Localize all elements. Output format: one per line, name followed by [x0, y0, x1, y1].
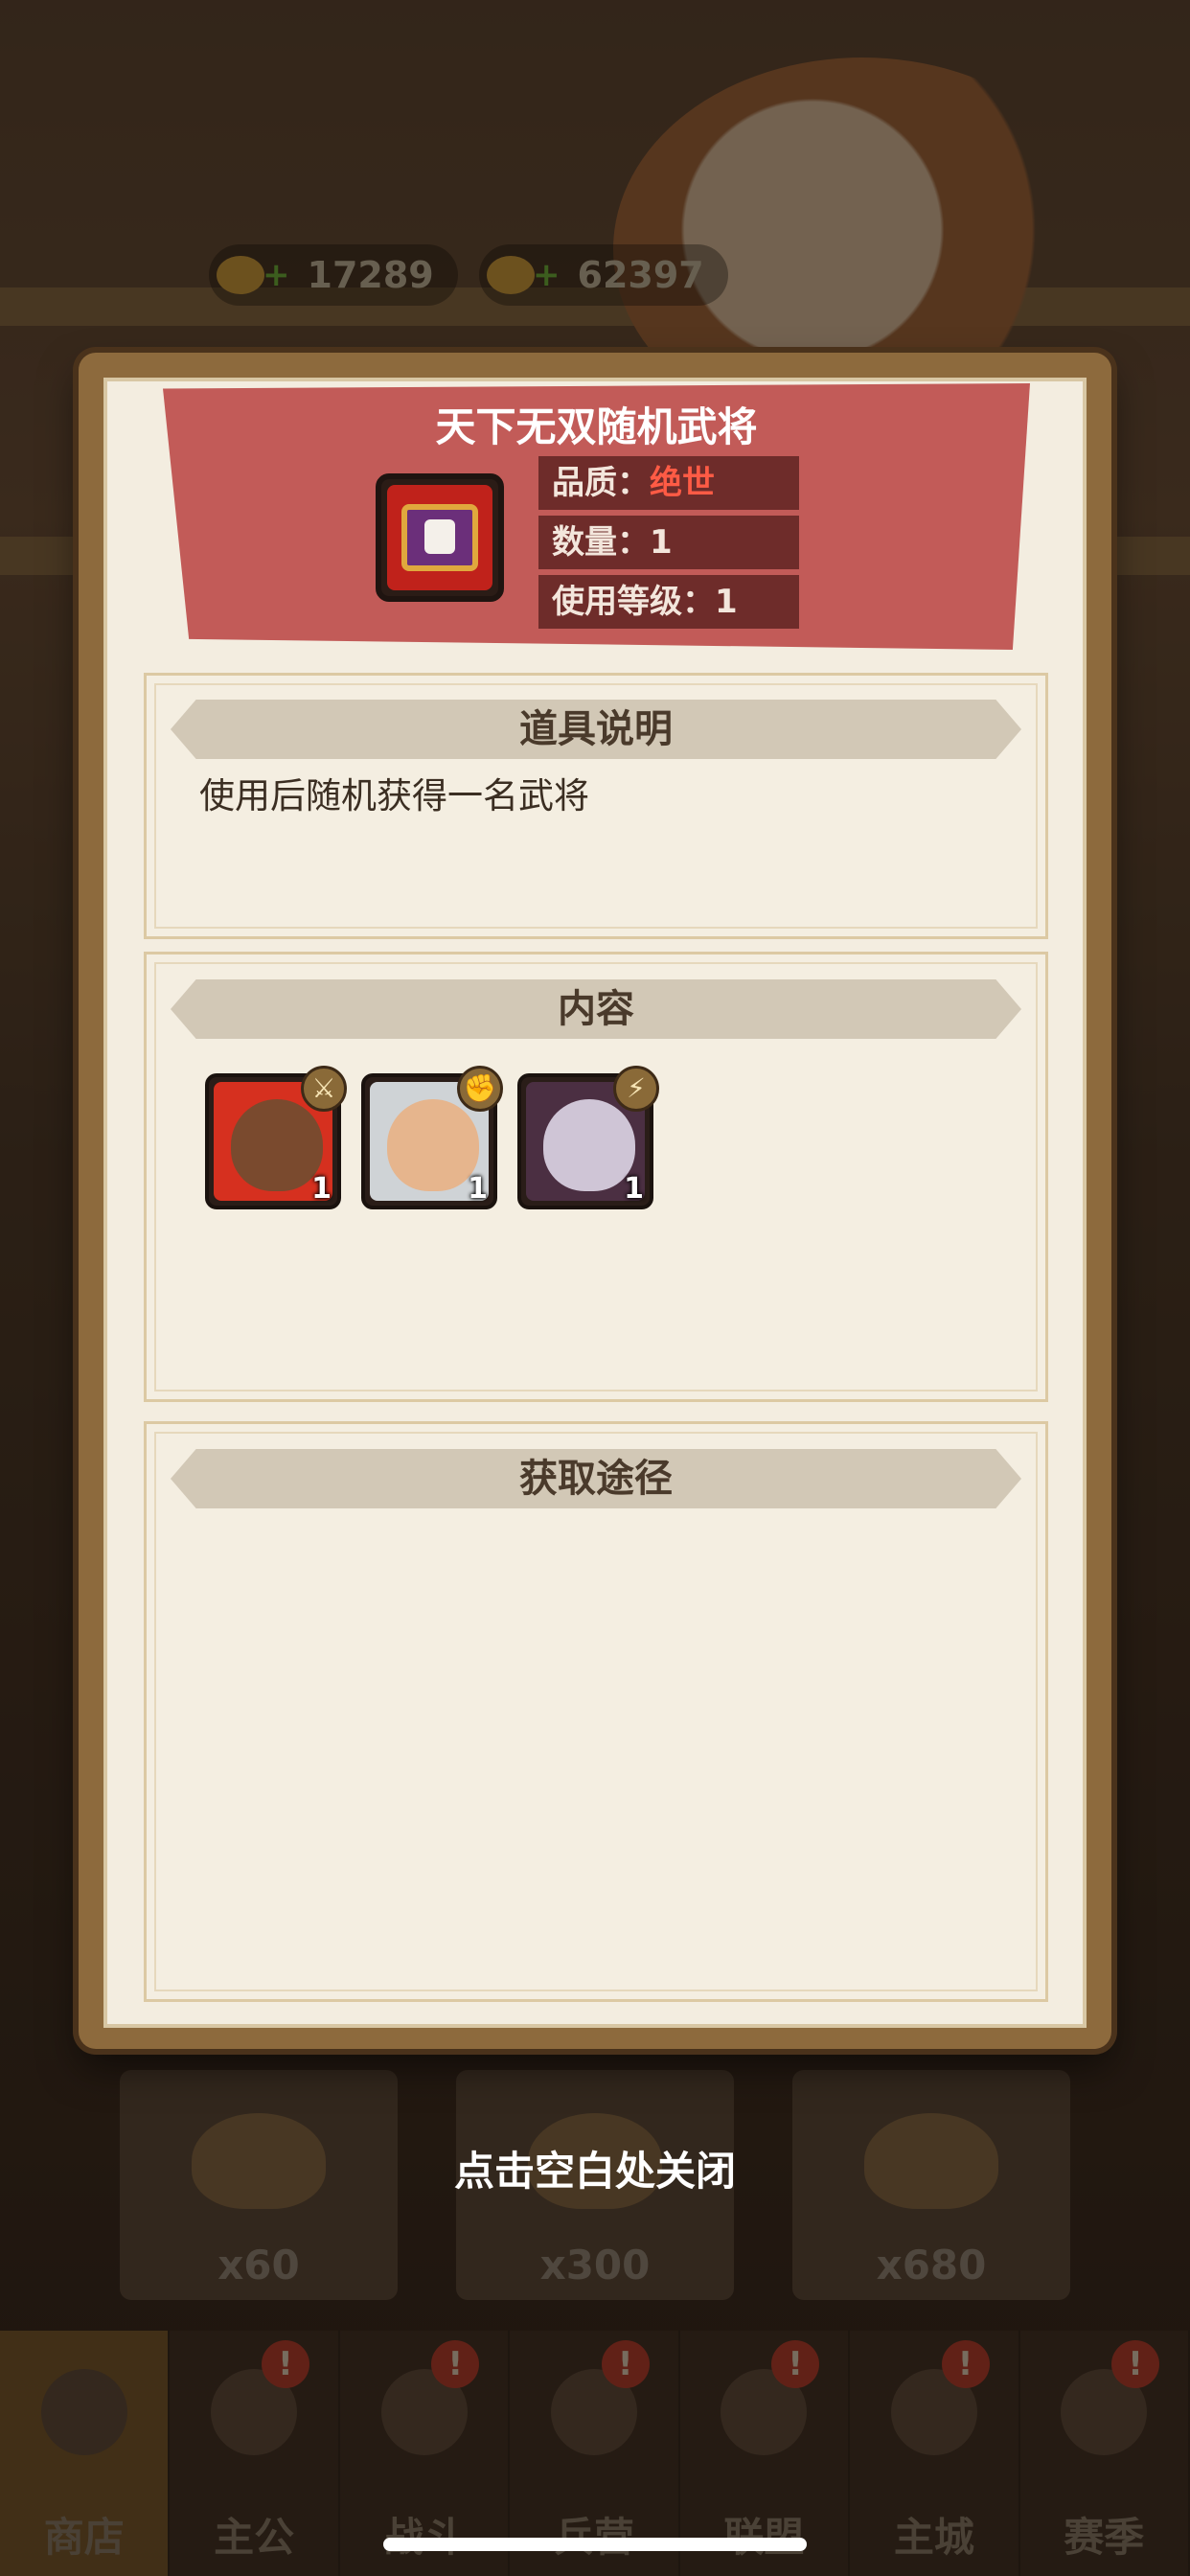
quality-label: 品质： — [552, 464, 650, 502]
description-text: 使用后随机获得一名武将 — [199, 775, 589, 816]
hero-count: 1 — [624, 1172, 644, 1206]
item-use-level: 使用等级：1 — [538, 575, 799, 629]
hero-count: 1 — [468, 1172, 488, 1206]
home-indicator[interactable] — [383, 2538, 807, 2551]
acquire-heading: 获取途径 — [171, 1449, 1021, 1508]
fist-icon: ✊ — [457, 1066, 503, 1112]
purple-chest-icon — [401, 504, 478, 571]
description-heading: 道具说明 — [171, 700, 1021, 759]
item-title: 天下无双随机武将 — [435, 403, 758, 450]
hero-slot[interactable]: ✊ 1 — [361, 1066, 503, 1209]
hero-slot[interactable]: ⚔ 1 — [205, 1066, 347, 1209]
sword-icon: ⚔ — [301, 1066, 347, 1112]
item-quantity: 数量：1 — [538, 516, 799, 569]
contents-heading: 内容 — [171, 979, 1021, 1039]
hero-slot[interactable]: ⚡ 1 — [517, 1066, 659, 1209]
lightning-icon: ⚡ — [613, 1066, 659, 1112]
close-hint-text[interactable]: 点击空白处关闭 — [0, 2139, 1190, 2197]
quality-value: 绝世 — [650, 464, 715, 502]
hero-count: 1 — [311, 1172, 332, 1206]
item-quality: 品质：绝世 — [538, 456, 799, 510]
item-icon — [376, 473, 504, 602]
